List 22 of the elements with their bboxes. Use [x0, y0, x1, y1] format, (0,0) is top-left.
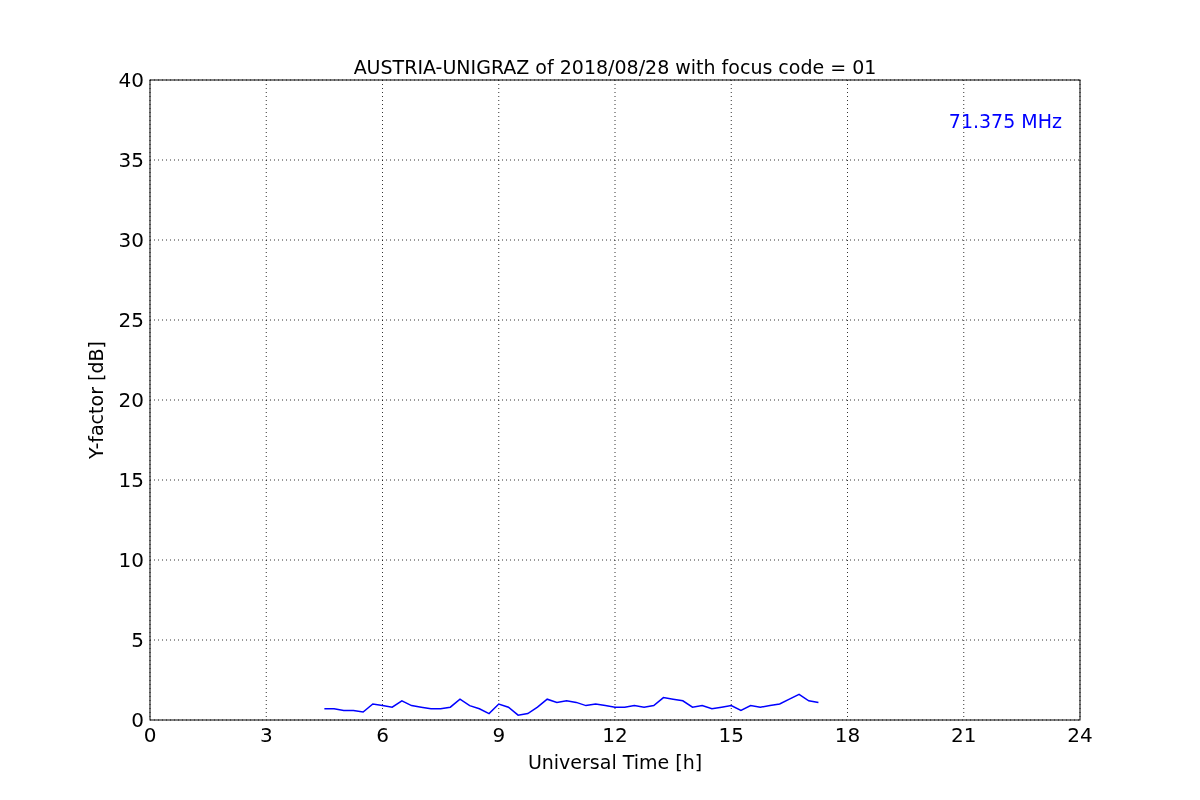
series-label: 71.375 MHz — [948, 110, 1062, 132]
y-axis-label: Y-factor [dB] — [85, 341, 107, 459]
y-tick-label: 5 — [131, 628, 144, 652]
x-tick-label: 12 — [602, 723, 628, 747]
x-tick-label: 3 — [259, 723, 273, 747]
chart-title: AUSTRIA-UNIGRAZ of 2018/08/28 with focus code = 01 — [353, 56, 877, 78]
y-tick-label: 35 — [118, 148, 144, 172]
x-tick-label: 0 — [143, 723, 157, 747]
y-tick-label: 20 — [118, 388, 144, 412]
y-tick-label: 0 — [131, 708, 144, 732]
y-tick-label: 25 — [118, 308, 144, 332]
y-tick-label: 15 — [118, 468, 144, 492]
x-tick-label: 21 — [951, 723, 977, 747]
x-tick-label: 24 — [1067, 723, 1093, 747]
x-axis-label: Universal Time [h] — [527, 751, 703, 773]
y-tick-label: 40 — [118, 68, 144, 92]
x-tick-label: 9 — [492, 723, 506, 747]
x-tick-label: 6 — [376, 723, 389, 747]
y-tick-label: 30 — [118, 228, 144, 252]
x-tick-label: 15 — [718, 723, 744, 747]
y-tick-label: 10 — [118, 548, 144, 572]
x-tick-label: 18 — [834, 723, 861, 747]
